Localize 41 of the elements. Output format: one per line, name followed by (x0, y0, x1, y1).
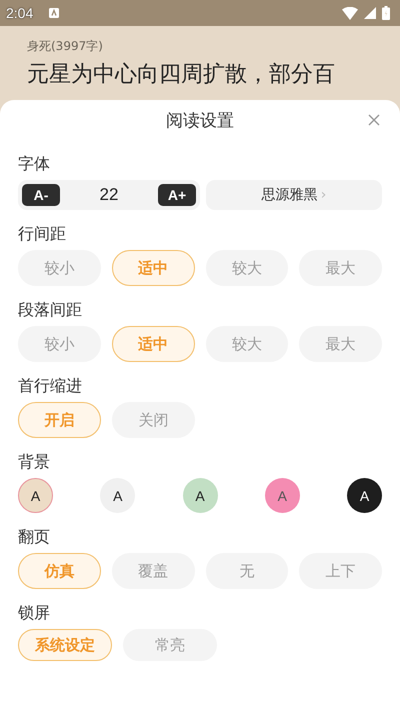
option-button[interactable]: 较小 (18, 326, 101, 362)
close-icon[interactable] (368, 114, 380, 126)
option-button[interactable]: 开启 (18, 402, 101, 438)
option-button[interactable]: 上下 (299, 553, 382, 589)
option-button[interactable]: 无 (206, 553, 288, 589)
section-label: 首行缩进 (18, 376, 83, 396)
option-button[interactable]: 较大 (206, 250, 288, 286)
section-label: 字体 (18, 154, 51, 174)
section-label: 背景 (18, 452, 51, 472)
option-button[interactable]: 覆盖 (112, 553, 194, 589)
option-button[interactable]: 系统设定 (18, 629, 112, 661)
background-swatch[interactable]: A (347, 478, 382, 513)
signal-icon (364, 7, 376, 19)
section-label: 行间距 (18, 224, 67, 244)
sheet-title: 阅读设置 (166, 110, 234, 132)
background-swatch[interactable]: A (100, 478, 136, 513)
option-button[interactable]: 适中 (112, 250, 194, 286)
decrease-font-button[interactable]: A- (22, 184, 60, 206)
option-button[interactable]: 仿真 (18, 553, 101, 589)
option-button[interactable]: 最大 (299, 250, 382, 286)
book-text: 元星为中心向四周扩散，部分百 (27, 61, 336, 89)
section-label: 翻页 (18, 527, 51, 547)
section-label: 段落间距 (18, 300, 83, 320)
background-swatch[interactable]: A (264, 478, 300, 513)
font-family-button[interactable]: 思源雅黑 › (206, 180, 382, 210)
option-button[interactable]: 常亮 (123, 629, 217, 661)
status-time: 2:04 (6, 5, 34, 21)
option-button[interactable]: 最大 (299, 326, 382, 362)
wifi-icon (342, 6, 358, 20)
notification-icon (49, 8, 60, 18)
option-button[interactable]: 适中 (112, 326, 194, 362)
increase-font-button[interactable]: A+ (158, 184, 196, 206)
option-button[interactable]: 较小 (18, 250, 101, 286)
option-button[interactable]: 关闭 (112, 402, 195, 438)
section-label: 锁屏 (18, 603, 51, 623)
background-swatch[interactable]: A (182, 478, 218, 513)
font-size-value: 22 (100, 185, 118, 205)
chapter-title: 身死(3997字) (27, 38, 104, 55)
battery-icon (382, 6, 390, 20)
background-swatch[interactable]: A (18, 478, 53, 513)
option-button[interactable]: 较大 (206, 326, 288, 362)
